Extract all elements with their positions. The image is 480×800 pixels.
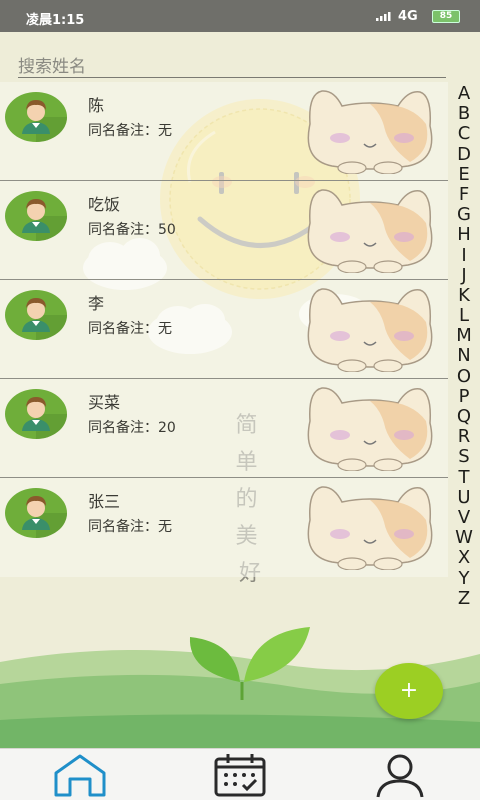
- index-letter-o[interactable]: O: [452, 366, 476, 387]
- note-label: 同名备注：: [88, 519, 158, 535]
- index-letter-z[interactable]: Z: [452, 588, 476, 609]
- contact-name: 李: [88, 294, 105, 313]
- cat-illustration: [307, 486, 433, 570]
- cat-illustration: [307, 90, 433, 174]
- search-input[interactable]: 搜索姓名: [18, 50, 446, 78]
- contact-note: 同名备注：无: [88, 516, 172, 536]
- index-letter-s[interactable]: S: [452, 447, 476, 467]
- contact-name: 张三: [88, 492, 121, 511]
- index-letter-r[interactable]: R: [452, 427, 476, 447]
- search-placeholder: 搜索姓名: [18, 57, 86, 77]
- index-letter-y[interactable]: Y: [452, 568, 476, 589]
- contact-list: 陈 同名备注：无 吃饭 同名备注：50 李 同名备注：无 买菜 同名备注：20 …: [0, 82, 448, 577]
- avatar-icon: [5, 191, 67, 241]
- contact-name: 陈: [88, 96, 105, 115]
- index-letter-u[interactable]: U: [452, 487, 476, 508]
- note-label: 同名备注：: [88, 420, 158, 436]
- index-letter-m[interactable]: M: [452, 326, 476, 346]
- contact-row[interactable]: 陈 同名备注：无: [0, 82, 448, 181]
- index-letter-b[interactable]: B: [452, 104, 476, 124]
- bottom-nav: [0, 748, 480, 800]
- avatar-icon: [5, 92, 67, 142]
- note-value: 无: [158, 123, 172, 139]
- home-icon[interactable]: [50, 751, 110, 799]
- index-letter-d[interactable]: D: [452, 144, 476, 165]
- calendar-icon[interactable]: [210, 751, 270, 799]
- index-letter-e[interactable]: E: [452, 164, 476, 185]
- signal-icon: [376, 12, 391, 21]
- index-letter-q[interactable]: Q: [452, 406, 476, 427]
- note-value: 无: [158, 321, 172, 337]
- contact-note: 同名备注：无: [88, 318, 172, 338]
- index-letter-c[interactable]: C: [452, 124, 476, 144]
- status-time: 凌晨1:15: [26, 13, 85, 28]
- index-letter-k[interactable]: K: [452, 285, 476, 306]
- index-letter-a[interactable]: A: [452, 83, 476, 104]
- contact-note: 同名备注：无: [88, 120, 172, 140]
- cat-illustration: [307, 288, 433, 372]
- index-letter-g[interactable]: G: [452, 205, 476, 225]
- contact-row[interactable]: 张三 同名备注：无: [0, 478, 448, 577]
- status-bar: 凌晨1:15 4G 85: [0, 0, 480, 32]
- index-letter-n[interactable]: N: [452, 346, 476, 366]
- person-icon[interactable]: [370, 751, 430, 799]
- contact-row[interactable]: 吃饭 同名备注：50: [0, 181, 448, 280]
- plus-icon: +: [399, 678, 419, 703]
- avatar-icon: [5, 290, 67, 340]
- note-label: 同名备注：: [88, 123, 158, 139]
- note-label: 同名备注：: [88, 222, 158, 238]
- add-contact-button[interactable]: +: [375, 663, 443, 719]
- note-value: 20: [158, 420, 176, 436]
- index-letter-i[interactable]: I: [452, 245, 476, 266]
- avatar-icon: [5, 389, 67, 439]
- contact-note: 同名备注：20: [88, 417, 176, 437]
- network-type: 4G: [398, 9, 418, 24]
- contact-row[interactable]: 买菜 同名备注：20: [0, 379, 448, 478]
- index-letter-f[interactable]: F: [452, 184, 476, 205]
- index-letter-l[interactable]: L: [452, 305, 476, 326]
- contact-note: 同名备注：50: [88, 219, 176, 239]
- index-letter-j[interactable]: J: [452, 265, 476, 286]
- cat-illustration: [307, 387, 433, 471]
- avatar-icon: [5, 488, 67, 538]
- cat-illustration: [307, 189, 433, 273]
- note-value: 无: [158, 519, 172, 535]
- note-label: 同名备注：: [88, 321, 158, 337]
- contact-name: 吃饭: [88, 195, 121, 214]
- index-letter-p[interactable]: P: [452, 386, 476, 407]
- index-letter-w[interactable]: W: [452, 528, 476, 548]
- battery-indicator: 85: [432, 10, 460, 23]
- index-letter-t[interactable]: T: [452, 467, 476, 488]
- index-letter-v[interactable]: V: [452, 507, 476, 528]
- index-letter-h[interactable]: H: [452, 225, 476, 245]
- contact-name: 买菜: [88, 393, 121, 412]
- note-value: 50: [158, 222, 176, 238]
- index-letter-x[interactable]: X: [452, 548, 476, 568]
- alphabet-index[interactable]: ABCDEFGHIJKLMNOPQRSTUVWXYZ: [452, 83, 476, 609]
- contact-row[interactable]: 李 同名备注：无: [0, 280, 448, 379]
